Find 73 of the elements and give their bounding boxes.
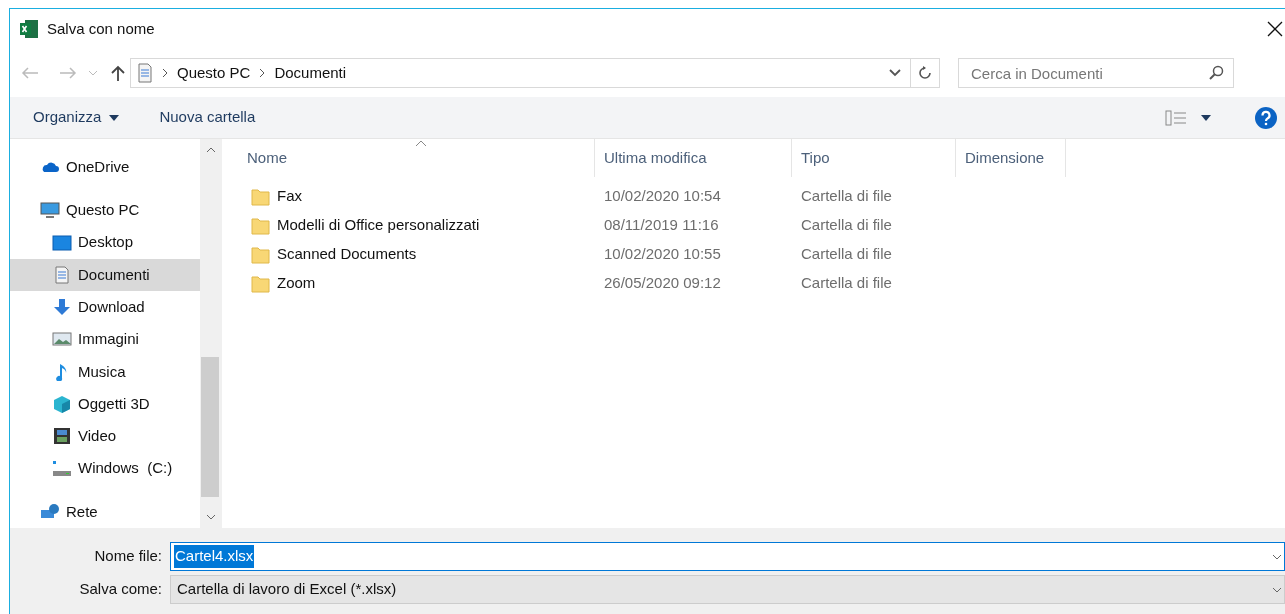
folder-icon: [251, 216, 270, 235]
modified-date: 10/02/2020 10:54: [603, 186, 722, 207]
column-header[interactable]: Tipo: [792, 139, 956, 177]
sidebar-item[interactable]: Musica: [10, 355, 200, 388]
save-as-label: Salva come:: [78, 579, 163, 600]
search-field[interactable]: Cerca in Documenti: [958, 58, 1234, 88]
close-icon[interactable]: [1267, 21, 1283, 37]
network-icon: [40, 502, 60, 521]
file-type: Cartella di file: [800, 244, 893, 265]
column-header[interactable]: Dimensione: [956, 139, 1066, 177]
chevron-down-icon[interactable]: [888, 68, 902, 78]
up-arrow-icon[interactable]: [110, 64, 126, 82]
sidebar-item[interactable]: Windows (C:): [10, 452, 200, 485]
chevron-down-icon: [1272, 586, 1282, 593]
sidebar-item[interactable]: Rete: [10, 495, 200, 528]
computer-icon: [40, 201, 60, 220]
sidebar-item[interactable]: Oggetti 3D: [10, 387, 200, 421]
sort-caret-icon: [415, 140, 427, 147]
modified-date: 08/11/2019 11:16: [603, 215, 720, 236]
chevron-down-icon: [1272, 553, 1282, 560]
filename-label: Nome file:: [93, 546, 163, 567]
chevron-up-icon[interactable]: [206, 147, 216, 153]
folder-icon: [251, 274, 270, 293]
modified-date: 26/05/2020 09:12: [603, 273, 722, 294]
file-name: Scanned Documents: [277, 244, 417, 265]
sidebar-item[interactable]: Documenti: [10, 258, 200, 291]
down-arrow-icon: [52, 298, 72, 317]
scrollbar-thumb[interactable]: [201, 357, 219, 497]
file-type-dropdown[interactable]: Cartella di lavoro di Excel (*.xlsx): [170, 575, 1285, 604]
film-icon: [52, 427, 72, 446]
sidebar-item[interactable]: Desktop: [10, 226, 200, 259]
file-name: Zoom: [277, 273, 316, 294]
folder-icon: [251, 245, 270, 264]
sidebar-item[interactable]: Immagini: [10, 323, 200, 356]
chevron-right-icon: [258, 68, 267, 78]
organize-button[interactable]: Organizza: [33, 106, 120, 129]
cube-icon: [52, 395, 72, 414]
breadcrumb-item[interactable]: Documenti: [274, 61, 347, 85]
file-name: Modelli di Office personalizzati: [277, 215, 480, 236]
caret-icon: [109, 114, 120, 121]
refresh-icon[interactable]: [917, 65, 933, 81]
file-name: Fax: [277, 186, 302, 207]
window-title: Salva con nome: [47, 18, 155, 39]
document-icon: [137, 63, 153, 83]
filename-field[interactable]: Cartel4.xlsx: [170, 542, 1285, 571]
document-icon: [52, 265, 72, 284]
file-row[interactable]: Scanned Documents 10/02/2020 10:55 Cartella di file: [238, 240, 1285, 269]
sidebar-item[interactable]: Download: [10, 291, 200, 324]
breadcrumb-item[interactable]: Questo PC: [177, 61, 251, 85]
sidebar-item[interactable]: OneDrive: [10, 151, 200, 184]
sidebar-item[interactable]: Video: [10, 420, 200, 453]
file-type: Cartella di file: [800, 186, 893, 207]
modified-date: 10/02/2020 10:55: [603, 244, 722, 265]
folder-icon: [251, 187, 270, 206]
file-row[interactable]: Zoom 26/05/2020 09:12 Cartella di file: [238, 269, 1285, 298]
address-bar[interactable]: Questo PC Documenti: [130, 58, 940, 88]
file-row[interactable]: Modelli di Office personalizzati 08/11/2019 11:16 Cartella di file: [238, 211, 1285, 240]
chevron-right-icon: [161, 68, 169, 78]
search-icon: [1208, 65, 1224, 81]
file-type: Cartella di file: [800, 215, 893, 236]
help-icon[interactable]: [1255, 106, 1277, 129]
file-row[interactable]: Fax 10/02/2020 10:54 Cartella di file: [238, 182, 1285, 211]
drive-icon: [52, 459, 72, 478]
caret-icon[interactable]: [1201, 114, 1211, 121]
spreadsheet-app-icon: [19, 19, 39, 39]
file-type: Cartella di file: [800, 273, 893, 294]
chevron-down-icon[interactable]: [206, 514, 216, 520]
sidebar-item[interactable]: Questo PC: [10, 194, 200, 227]
new-folder-button[interactable]: Nuova cartella: [159, 106, 256, 129]
picture-icon: [52, 330, 72, 349]
column-header[interactable]: Nome: [238, 139, 595, 177]
desktop-icon: [52, 233, 72, 252]
column-header[interactable]: Ultima modifica: [595, 139, 792, 177]
